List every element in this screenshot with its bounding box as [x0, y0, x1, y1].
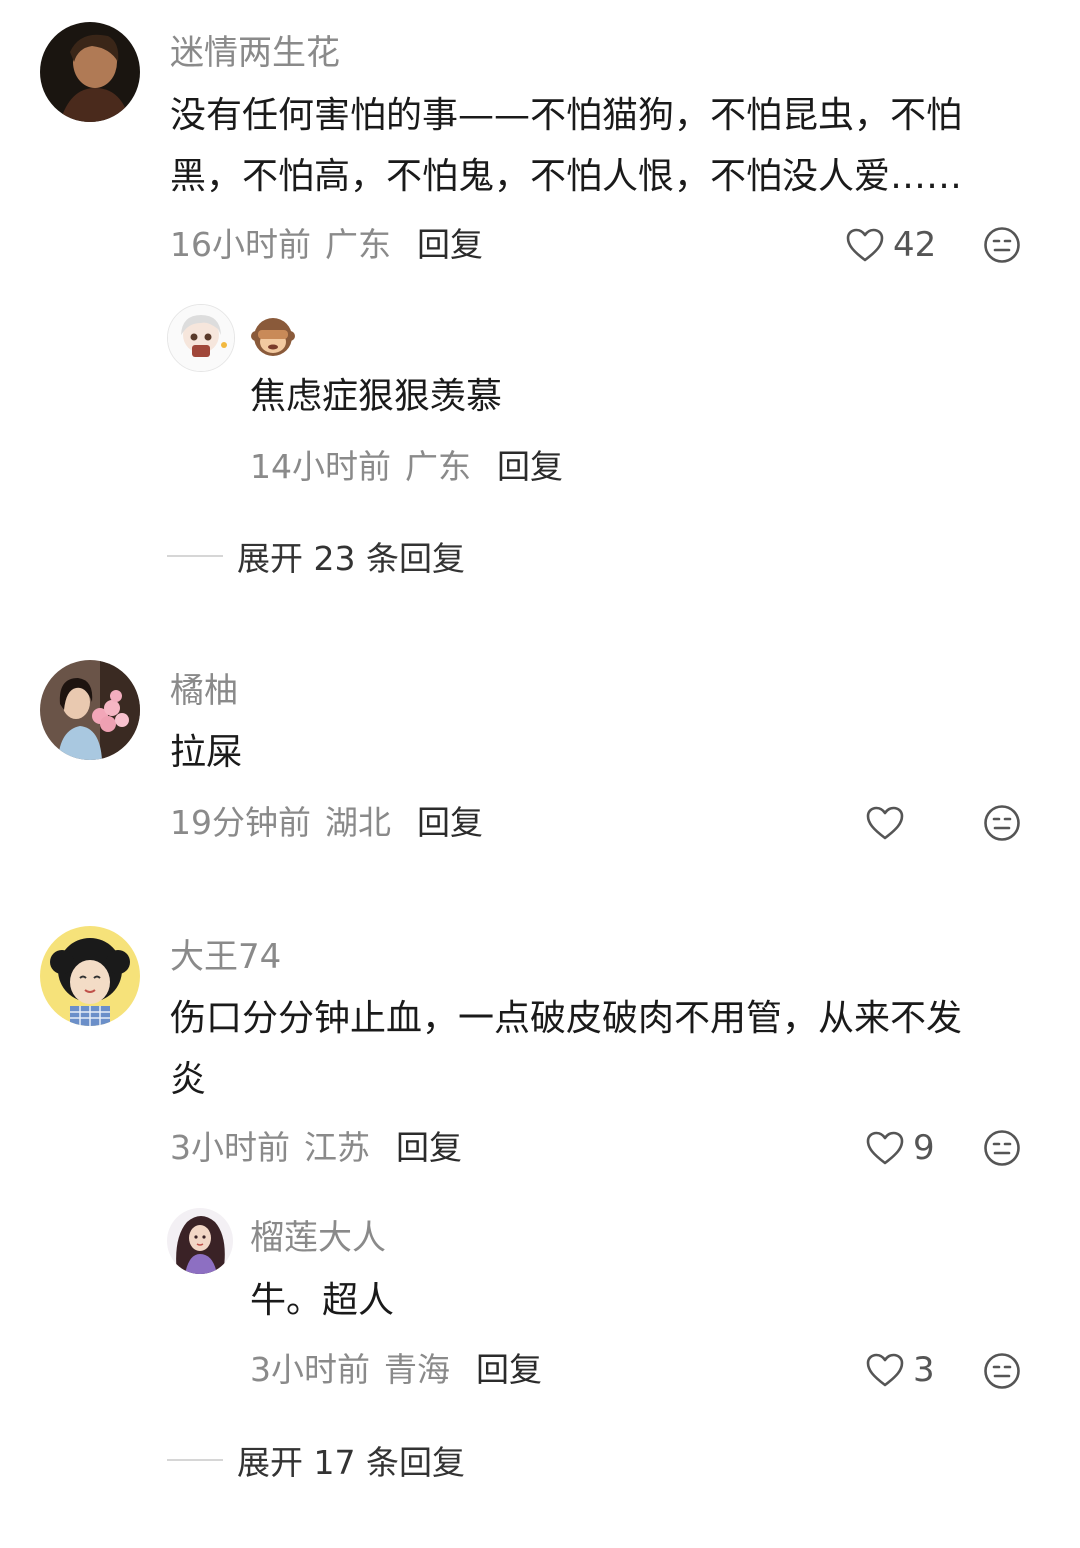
- reply-meta: 14小时前 广东 回复: [250, 447, 563, 487]
- like-button[interactable]: 9: [865, 1126, 935, 1170]
- like-count: 42: [893, 225, 937, 265]
- comment-meta: 3小时前 江苏 回复: [170, 1128, 462, 1168]
- commenter-name[interactable]: 大王74: [170, 937, 281, 977]
- heart-icon: [846, 228, 884, 262]
- reply-location: 青海: [384, 1350, 450, 1389]
- heart-icon: [866, 806, 904, 840]
- expand-replies-button[interactable]: 展开 23 条回复: [167, 534, 465, 578]
- user-avatar[interactable]: [40, 660, 140, 760]
- like-count: 3: [913, 1350, 935, 1390]
- comment-time: 3小时前: [170, 1128, 290, 1167]
- user-avatar[interactable]: [40, 926, 140, 1026]
- expand-replies-label: 展开 17 条回复: [237, 1443, 465, 1482]
- comment-time: 16小时前: [170, 225, 311, 264]
- user-avatar[interactable]: [40, 22, 140, 122]
- comment-meta: 16小时前 广东 回复: [170, 225, 483, 265]
- divider-line: [167, 555, 223, 557]
- expand-replies-label: 展开 23 条回复: [237, 539, 465, 578]
- dislike-face-icon[interactable]: [983, 1352, 1021, 1390]
- like-button[interactable]: 42: [845, 223, 936, 267]
- reply-text: 牛。超人: [250, 1280, 395, 1321]
- heart-icon: [866, 1131, 904, 1165]
- comment-text-line: 炎: [170, 1059, 207, 1100]
- commenter-name[interactable]: 橘柚: [170, 671, 238, 711]
- reply-button[interactable]: 回复: [417, 803, 483, 842]
- reply-user-avatar[interactable]: [167, 304, 235, 372]
- comment-location: 湖北: [325, 803, 391, 842]
- expand-replies-button[interactable]: 展开 17 条回复: [167, 1438, 465, 1482]
- commenter-name[interactable]: 榴莲大人: [250, 1218, 386, 1258]
- like-button[interactable]: [865, 801, 905, 845]
- dislike-face-icon[interactable]: [983, 804, 1021, 842]
- comment-text-line: 拉屎: [170, 732, 243, 773]
- dislike-face-icon[interactable]: [983, 1129, 1021, 1167]
- comment-meta: 19分钟前 湖北 回复: [170, 803, 483, 843]
- reply-text: 焦虑症狠狠羡慕: [250, 376, 503, 417]
- reply-user-avatar[interactable]: [167, 1208, 233, 1274]
- comment-text-line: 没有任何害怕的事——不怕猫狗，不怕昆虫，不怕: [170, 95, 963, 136]
- reply-time: 3小时前: [250, 1350, 370, 1389]
- comment-location: 广东: [325, 225, 391, 264]
- comment-text-line: 黑，不怕高，不怕鬼，不怕人恨，不怕没人爱……: [170, 156, 963, 197]
- reply-button[interactable]: 回复: [396, 1128, 462, 1167]
- comment-time: 19分钟前: [170, 803, 311, 842]
- heart-icon: [866, 1353, 904, 1387]
- reply-location: 广东: [405, 447, 471, 486]
- see-no-evil-monkey-emoji: [250, 314, 296, 360]
- reply-button[interactable]: 回复: [417, 225, 483, 264]
- divider-line: [167, 1459, 223, 1461]
- like-button[interactable]: 3: [865, 1348, 935, 1392]
- reply-button[interactable]: 回复: [476, 1350, 542, 1389]
- like-count: 9: [913, 1128, 935, 1168]
- reply-meta: 3小时前 青海 回复: [250, 1350, 542, 1390]
- dislike-face-icon[interactable]: [983, 226, 1021, 264]
- reply-time: 14小时前: [250, 447, 391, 486]
- commenter-name[interactable]: 迷情两生花: [170, 33, 340, 73]
- reply-button[interactable]: 回复: [497, 447, 563, 486]
- comment-text-line: 伤口分分钟止血，一点破皮破肉不用管，从来不发: [170, 998, 963, 1039]
- comment-location: 江苏: [304, 1128, 370, 1167]
